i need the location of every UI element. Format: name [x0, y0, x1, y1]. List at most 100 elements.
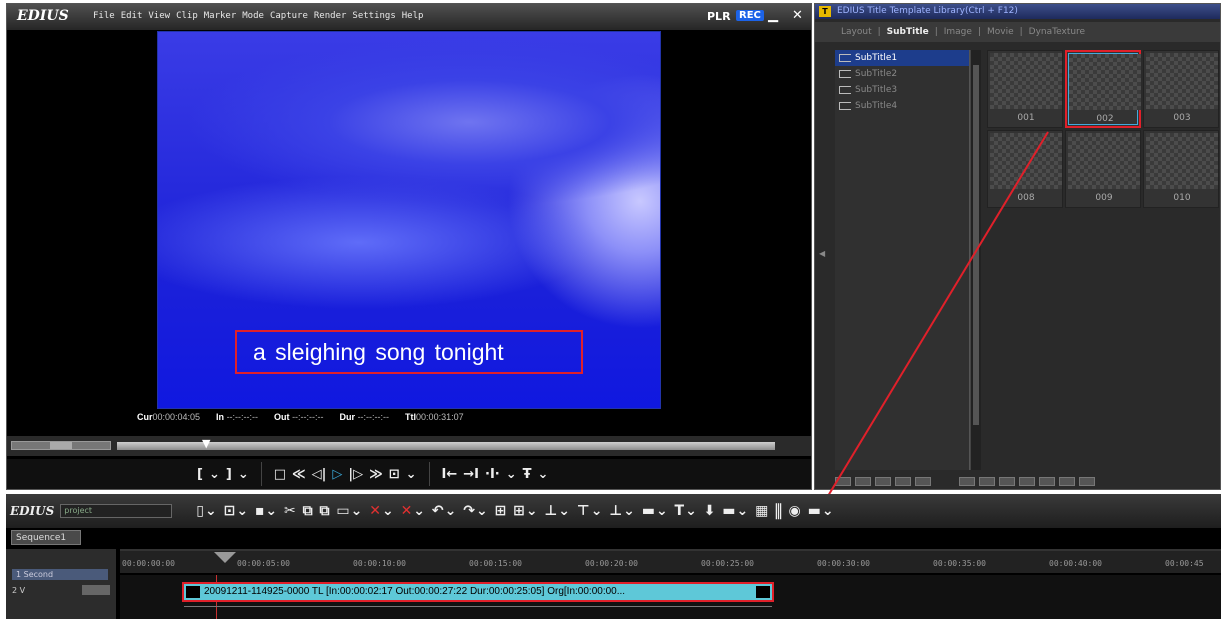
in-timecode: In --:--:--:-- — [216, 412, 259, 422]
ttl-timecode: Ttl00:00:31:07 — [405, 412, 464, 422]
tree-scrollbar[interactable] — [970, 50, 981, 470]
timescale-selector[interactable]: 1 Second — [12, 569, 108, 580]
seek-bar: ▼ — [7, 436, 811, 456]
subtitle-caption: a sleighing song tonight — [235, 330, 583, 374]
player-window: EDIUS File Edit View Clip Marker Mode Ca… — [6, 3, 812, 490]
lib-button-icon[interactable] — [895, 476, 911, 486]
tab-image[interactable]: Image — [944, 27, 972, 37]
dropdown-icon[interactable]: ⌄ — [538, 467, 549, 482]
tree-item-subtitle4[interactable]: SubTitle4 — [835, 98, 969, 114]
set-out-icon[interactable]: ] — [226, 467, 232, 482]
go-in-icon[interactable]: I← — [442, 467, 458, 482]
template-thumb-001[interactable]: 001 — [987, 50, 1063, 128]
ruler-tick: 00:00:35:00 — [933, 559, 986, 568]
shuttle-slider[interactable] — [11, 441, 111, 450]
folder-icon — [839, 70, 851, 78]
time-ruler[interactable]: 00:00:00:00 00:00:05:00 00:00:10:00 00:0… — [120, 549, 1221, 573]
transport-controls: [ ⌄ ] ⌄ □ ≪ ◁| ▷ |▷ ≫ ⊡ ⌄ I← →I ·I· ⌄ Ŧ ⌄ — [7, 459, 811, 489]
lib-button-icon[interactable] — [1039, 476, 1055, 486]
rec-toggle[interactable]: REC — [736, 10, 764, 21]
playhead-icon[interactable] — [214, 552, 236, 563]
library-tabs: Layout | SubTitle | Image | Movie | DynaText… — [815, 22, 1220, 42]
timeline-tool-icons[interactable]: ▯⌄ ⊡⌄ ▪⌄ ✂ ⧉ ⧉ ▭⌄ ✕⌄ ✕⌄ ↶⌄ ↷⌄ ⊞ ⊞⌄ ⊥⌄ ⊤⌄… — [196, 503, 834, 519]
ruler-tick: 00:00:25:00 — [701, 559, 754, 568]
template-thumb-002[interactable]: 002 — [1065, 50, 1141, 128]
timeline-toolbar: EDIUS project ▯⌄ ⊡⌄ ▪⌄ ✂ ⧉ ⧉ ▭⌄ ✕⌄ ✕⌄ ↶⌄… — [6, 494, 1221, 528]
tab-movie[interactable]: Movie — [987, 27, 1014, 37]
title-clip[interactable]: 20091211-114925-0000 TL [In:00:00:02:17 … — [182, 582, 774, 602]
plr-toggle[interactable]: PLR — [707, 10, 731, 23]
menu-clip[interactable]: Clip — [176, 11, 198, 21]
menu-settings[interactable]: Settings — [352, 11, 395, 21]
folder-icon — [839, 86, 851, 94]
scale-label: 1 Second — [16, 570, 54, 579]
rewind-icon[interactable]: ≪ — [292, 467, 306, 482]
step-back-icon[interactable]: ◁| — [312, 467, 327, 482]
clip-start-marker — [186, 586, 200, 598]
dropdown-icon[interactable]: ⌄ — [238, 467, 249, 482]
slider-thumb-icon[interactable]: ▼ — [202, 437, 210, 450]
video-preview: a sleighing song tonight — [157, 31, 661, 409]
tree-item-subtitle3[interactable]: SubTitle3 — [835, 82, 969, 98]
tab-subtitle[interactable]: SubTitle — [887, 27, 929, 37]
track-header: 1 Second 2 V — [6, 549, 116, 619]
minimize-icon[interactable]: ▁ — [768, 8, 778, 23]
template-thumb-003[interactable]: 003 — [1143, 50, 1219, 128]
set-in-icon[interactable]: [ — [197, 467, 203, 482]
tab-layout[interactable]: Layout — [841, 27, 872, 37]
menu-capture[interactable]: Capture — [270, 11, 308, 21]
lib-button-icon[interactable] — [875, 476, 891, 486]
tab-sequence1[interactable]: Sequence1 — [11, 530, 81, 545]
video-track-2v: 20091211-114925-0000 TL [In:00:00:02:17 … — [120, 575, 1221, 619]
menu-edit[interactable]: Edit — [121, 11, 143, 21]
lib-button-icon[interactable] — [979, 476, 995, 486]
folder-icon — [839, 102, 851, 110]
dur-timecode: Dur --:--:--:-- — [339, 412, 390, 422]
lib-button-icon[interactable] — [959, 476, 975, 486]
tab-dynatexture[interactable]: DynaTexture — [1029, 27, 1085, 37]
folder-icon — [839, 54, 851, 62]
lib-button-icon[interactable] — [1079, 476, 1095, 486]
screenshot-root: EDIUS File Edit View Clip Marker Mode Ca… — [0, 0, 1221, 619]
template-thumb-008[interactable]: 008 — [987, 130, 1063, 208]
lib-button-icon[interactable] — [999, 476, 1015, 486]
tree-item-subtitle1[interactable]: SubTitle1 — [835, 50, 969, 66]
lib-button-icon[interactable] — [915, 476, 931, 486]
tree-item-subtitle2[interactable]: SubTitle2 — [835, 66, 969, 82]
dropdown-icon[interactable]: ⌄ — [209, 467, 220, 482]
template-thumb-010[interactable]: 010 — [1143, 130, 1219, 208]
play-icon[interactable]: ▷ — [332, 467, 342, 482]
ruler-tick: 00:00:30:00 — [817, 559, 870, 568]
dropdown-icon[interactable]: ⌄ — [406, 467, 417, 482]
track-toggle[interactable] — [82, 585, 110, 595]
lib-button-icon[interactable] — [855, 476, 871, 486]
menu-marker[interactable]: Marker — [204, 11, 237, 21]
menu-help[interactable]: Help — [402, 11, 424, 21]
title-template-library: T EDIUS Title Template Library(Ctrl + F1… — [814, 3, 1221, 490]
timecode-display: Cur00:00:04:05 In --:--:--:-- Out --:--:… — [137, 412, 464, 422]
match-frame-icon[interactable]: Ŧ — [523, 467, 532, 482]
menu-view[interactable]: View — [148, 11, 170, 21]
go-out-icon[interactable]: →I — [463, 467, 479, 482]
clip-underline — [184, 606, 772, 607]
lib-button-icon[interactable] — [1059, 476, 1075, 486]
library-title: EDIUS Title Template Library(Ctrl + F12) — [837, 6, 1018, 16]
position-slider[interactable] — [117, 442, 775, 450]
collapse-arrow-icon[interactable]: ◀ — [819, 249, 825, 258]
template-thumb-009[interactable]: 009 — [1065, 130, 1141, 208]
fast-forward-icon[interactable]: ≫ — [369, 467, 383, 482]
menu-mode[interactable]: Mode — [242, 11, 264, 21]
loop-icon[interactable]: ⊡ — [389, 467, 400, 482]
edius-logo: EDIUS — [10, 504, 55, 518]
lib-button-icon[interactable] — [1019, 476, 1035, 486]
stop-icon[interactable]: □ — [274, 467, 286, 482]
dropdown-icon[interactable]: ⌄ — [506, 467, 517, 482]
menu-render[interactable]: Render — [314, 11, 347, 21]
close-icon[interactable]: ✕ — [792, 8, 803, 23]
lib-button-icon[interactable] — [835, 476, 851, 486]
play-in-out-icon[interactable]: ·I· — [485, 467, 500, 482]
ruler-tick: 00:00:40:00 — [1049, 559, 1102, 568]
step-forward-icon[interactable]: |▷ — [348, 467, 363, 482]
menu-file[interactable]: File — [93, 11, 115, 21]
clip-label: 20091211-114925-0000 TL [In:00:00:02:17 … — [204, 586, 626, 597]
